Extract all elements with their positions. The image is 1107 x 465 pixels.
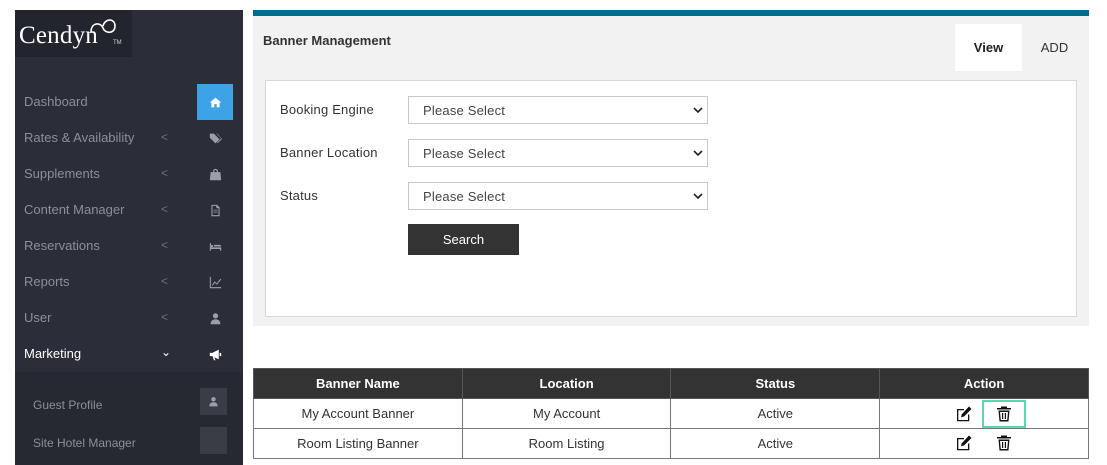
action-cell bbox=[879, 398, 1089, 429]
banner-location-value: Please Select bbox=[423, 146, 506, 161]
booking-engine-label: Booking Engine bbox=[280, 102, 374, 117]
home-icon[interactable] bbox=[197, 84, 233, 120]
edit-icon[interactable] bbox=[953, 432, 975, 454]
sidebar-item-label: Marketing bbox=[24, 346, 82, 361]
logo-swirl-icon bbox=[90, 19, 116, 34]
chevron-left-icon: < bbox=[161, 130, 169, 144]
banner-location-label: Banner Location bbox=[280, 145, 378, 160]
tag-icon[interactable] bbox=[197, 120, 233, 156]
sidebar-item-dashboard[interactable]: Dashboard bbox=[15, 84, 197, 120]
megaphone-icon[interactable] bbox=[197, 336, 233, 372]
banner-management-panel: Banner Management View ADD Booking Engin… bbox=[253, 16, 1089, 326]
chevron-left-icon: < bbox=[161, 274, 169, 288]
user-icon[interactable] bbox=[200, 388, 227, 415]
chevron-down-icon bbox=[693, 107, 703, 114]
status-cell: Active bbox=[670, 398, 881, 429]
action-cell bbox=[879, 428, 1089, 459]
banner-name-cell: Room Listing Banner bbox=[253, 428, 463, 459]
table-row: My Account Banner My Account Active bbox=[253, 398, 1089, 429]
booking-engine-select[interactable]: Please Select bbox=[408, 96, 708, 124]
column-header-location[interactable]: Location bbox=[461, 368, 672, 399]
chart-icon[interactable] bbox=[197, 264, 233, 300]
banner-location-select[interactable]: Please Select bbox=[408, 139, 708, 167]
table-row: Room Listing Banner Room Listing Active bbox=[253, 428, 1089, 459]
submenu-item-guest-profile[interactable]: Guest Profile bbox=[33, 398, 102, 412]
table-header-row: Banner Name Location Status Action bbox=[253, 368, 1089, 399]
sidebar-item-label: Dashboard bbox=[24, 94, 88, 109]
bag-icon[interactable] bbox=[197, 156, 233, 192]
sidebar-item-reports[interactable]: Reports < bbox=[15, 264, 197, 300]
chevron-left-icon: < bbox=[161, 166, 169, 180]
submenu-item-site-hotel-manager[interactable]: Site Hotel Manager bbox=[33, 436, 136, 450]
sidebar: Cendyn TM Dashboard Rates & Availability… bbox=[15, 10, 243, 465]
sidebar-item-supplements[interactable]: Supplements < bbox=[15, 156, 197, 192]
tab-view[interactable]: View bbox=[955, 24, 1022, 71]
bed-icon[interactable] bbox=[197, 228, 233, 264]
chevron-down-icon: ⌄ bbox=[161, 345, 172, 359]
location-cell: Room Listing bbox=[461, 428, 672, 459]
status-label: Status bbox=[280, 188, 319, 203]
sidebar-item-label: Reservations bbox=[24, 238, 100, 253]
marketing-submenu: Guest Profile Site Hotel Manager bbox=[15, 372, 243, 465]
status-value: Please Select bbox=[423, 189, 506, 204]
blank-icon[interactable] bbox=[200, 427, 227, 454]
chevron-left-icon: < bbox=[161, 310, 169, 324]
sidebar-item-label: User bbox=[24, 310, 52, 325]
sidebar-item-label: Reports bbox=[24, 274, 70, 289]
sidebar-item-label: Rates & Availability bbox=[24, 130, 135, 145]
sidebar-item-reservations[interactable]: Reservations < bbox=[15, 228, 197, 264]
chevron-down-icon bbox=[693, 150, 703, 157]
page-title: Banner Management bbox=[263, 33, 391, 48]
user-icon[interactable] bbox=[197, 300, 233, 336]
chevron-left-icon: < bbox=[161, 202, 169, 216]
trash-icon[interactable] bbox=[993, 432, 1015, 454]
document-icon[interactable] bbox=[197, 192, 233, 228]
chevron-left-icon: < bbox=[161, 238, 169, 252]
tab-add[interactable]: ADD bbox=[1028, 24, 1081, 71]
sidebar-item-content-manager[interactable]: Content Manager < bbox=[15, 192, 197, 228]
status-cell: Active bbox=[670, 428, 881, 459]
sidebar-item-label: Supplements bbox=[24, 166, 100, 181]
location-cell: My Account bbox=[461, 398, 672, 429]
sidebar-item-user[interactable]: User < bbox=[15, 300, 197, 336]
booking-engine-value: Please Select bbox=[423, 103, 506, 118]
trash-icon[interactable] bbox=[982, 399, 1027, 428]
column-header-status[interactable]: Status bbox=[670, 368, 881, 399]
banner-name-cell: My Account Banner bbox=[253, 398, 463, 429]
logo-trademark: TM bbox=[113, 40, 122, 46]
sidebar-item-rates-availability[interactable]: Rates & Availability < bbox=[15, 120, 197, 156]
chevron-down-icon bbox=[693, 193, 703, 200]
logo[interactable]: Cendyn TM bbox=[15, 10, 132, 57]
edit-icon[interactable] bbox=[953, 403, 975, 425]
column-header-action: Action bbox=[879, 368, 1089, 399]
status-select[interactable]: Please Select bbox=[408, 182, 708, 210]
banner-table: Banner Name Location Status Action My Ac… bbox=[253, 368, 1089, 459]
sidebar-item-label: Content Manager bbox=[24, 202, 125, 217]
filter-form: Booking Engine Please Select Banner Loca… bbox=[265, 80, 1077, 317]
search-button[interactable]: Search bbox=[408, 224, 519, 255]
sidebar-item-marketing[interactable]: Marketing ⌄ bbox=[15, 336, 197, 372]
column-header-banner-name[interactable]: Banner Name bbox=[253, 368, 463, 399]
